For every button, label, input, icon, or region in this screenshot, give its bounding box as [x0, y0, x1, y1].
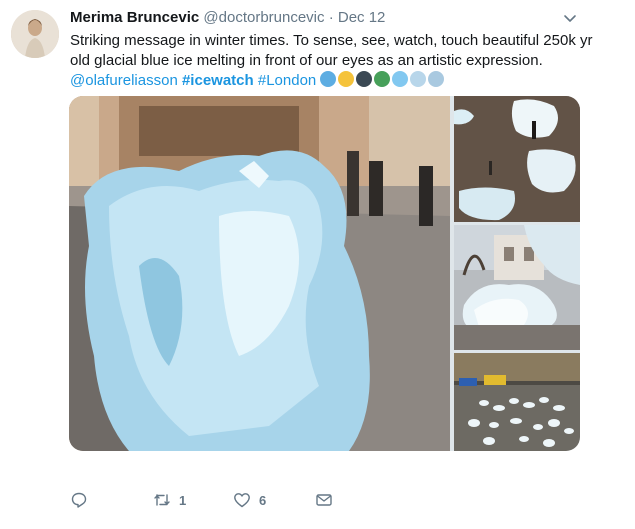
wind-face-emoji	[428, 71, 445, 87]
like-button[interactable]: 6	[233, 490, 266, 510]
blue-heart-emoji	[320, 71, 337, 87]
chevron-down-icon[interactable]	[562, 10, 578, 26]
sad-but-relieved-face-emoji	[338, 71, 355, 87]
separator: ·	[328, 9, 334, 26]
tweet-actions: 1 6	[70, 490, 590, 514]
author-handle[interactable]: @doctorbruncevic	[203, 9, 324, 26]
photo-ice-square[interactable]	[454, 225, 580, 350]
media-grid	[69, 96, 580, 451]
envelope-icon	[316, 494, 332, 506]
tweet-text: Striking message in winter times. To sen…	[70, 31, 600, 91]
ice-top-view-image	[454, 96, 580, 222]
like-count: 6	[259, 492, 267, 508]
tweet[interactable]: Merima Bruncevic @doctorbruncevic · Dec …	[0, 0, 635, 529]
tweet-text-line: Striking message in winter times. To sen…	[70, 32, 593, 49]
photo-ice-top-view[interactable]	[454, 96, 580, 222]
snowflake-emoji	[392, 71, 409, 87]
mention-link[interactable]: @olafureliasson	[70, 72, 178, 89]
photo-ice-square-aerial[interactable]	[454, 353, 580, 451]
hashtag-london[interactable]: #London	[258, 72, 316, 89]
globe-emoji	[374, 71, 391, 87]
emoji-row	[320, 71, 446, 89]
ice-square-image	[454, 225, 580, 350]
tweet-date[interactable]: Dec 12	[338, 9, 386, 26]
reply-icon	[71, 492, 87, 508]
retweet-icon	[154, 494, 170, 506]
retweet-count: 1	[179, 492, 187, 508]
speaking-head-emoji	[356, 71, 373, 87]
tweet-text-line: old glacial blue ice melting in front of…	[70, 52, 543, 69]
avatar[interactable]	[11, 10, 59, 58]
tweet-header: Merima Bruncevic @doctorbruncevic · Dec …	[70, 8, 385, 28]
photo-main-ice-block[interactable]	[69, 96, 450, 451]
ice-block-image	[69, 96, 450, 451]
hashtag-icewatch[interactable]: #icewatch	[182, 72, 254, 89]
retweet-button[interactable]: 1	[153, 490, 186, 510]
tweet-text-line-tags: @olafureliasson #icewatch #London	[70, 71, 600, 91]
direct-message-button[interactable]	[315, 490, 333, 510]
cloud-with-snow-emoji	[410, 71, 427, 87]
ice-aerial-image	[454, 353, 580, 451]
avatar-image	[11, 10, 59, 58]
author-name[interactable]: Merima Bruncevic	[70, 9, 199, 26]
heart-icon	[234, 493, 250, 508]
reply-button[interactable]	[70, 490, 96, 510]
